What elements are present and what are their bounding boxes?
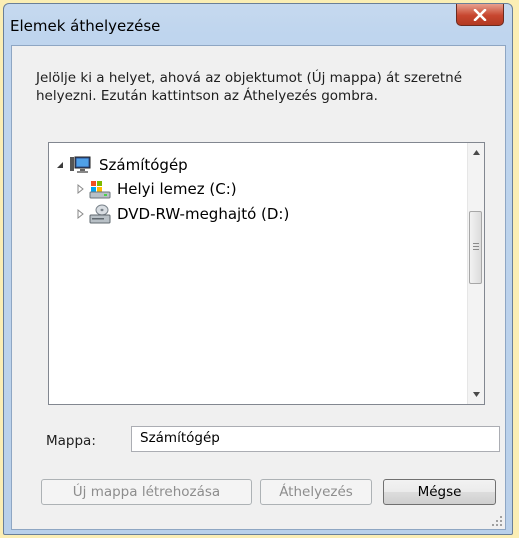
close-icon bbox=[473, 8, 487, 21]
tree-item-local-disk[interactable]: Helyi lemez (C:) bbox=[75, 177, 237, 201]
new-folder-button[interactable]: Új mappa létrehozása bbox=[41, 479, 252, 505]
folder-input[interactable]: Számítógép bbox=[131, 426, 500, 452]
collapsed-arrow-icon[interactable] bbox=[75, 209, 85, 219]
tree-scrollbar[interactable] bbox=[467, 143, 484, 404]
instructions-text: Jelölje ki a helyet, ahová az objektumot… bbox=[36, 70, 463, 104]
expanded-arrow-icon[interactable] bbox=[55, 160, 65, 170]
cancel-button[interactable]: Mégse bbox=[383, 479, 496, 505]
scroll-up-button[interactable] bbox=[468, 144, 484, 161]
close-button[interactable] bbox=[456, 4, 504, 26]
move-button[interactable]: Áthelyezés bbox=[260, 479, 372, 505]
dvd-drive-icon bbox=[89, 204, 111, 224]
folder-label: Mappa: bbox=[46, 433, 96, 449]
scroll-down-icon bbox=[472, 392, 480, 397]
resize-grip-icon[interactable] bbox=[491, 515, 503, 527]
grip-icon bbox=[473, 243, 479, 250]
tree-item-label: DVD-RW-meghajtó (D:) bbox=[117, 205, 290, 223]
scroll-thumb[interactable] bbox=[469, 211, 482, 284]
dialog-content: Jelölje ki a helyet, ahová az objektumot… bbox=[11, 45, 506, 530]
folder-tree[interactable]: Számítógép Helyi lemez (C:) DVD-RW-megha… bbox=[48, 142, 485, 405]
dialog-title: Elemek áthelyezése bbox=[10, 17, 161, 35]
dialog-window: Elemek áthelyezése Jelölje ki a helyet, … bbox=[3, 3, 513, 535]
local-disk-icon bbox=[89, 181, 111, 199]
scroll-up-icon bbox=[472, 150, 480, 155]
tree-item-label: Számítógép bbox=[99, 156, 188, 174]
collapsed-arrow-icon[interactable] bbox=[75, 184, 85, 194]
computer-icon bbox=[70, 156, 91, 173]
scroll-down-button[interactable] bbox=[468, 386, 484, 403]
tree-item-dvd-drive[interactable]: DVD-RW-meghajtó (D:) bbox=[75, 202, 289, 226]
tree-item-computer[interactable]: Számítógép bbox=[55, 153, 190, 177]
tree-item-label: Helyi lemez (C:) bbox=[117, 180, 237, 198]
